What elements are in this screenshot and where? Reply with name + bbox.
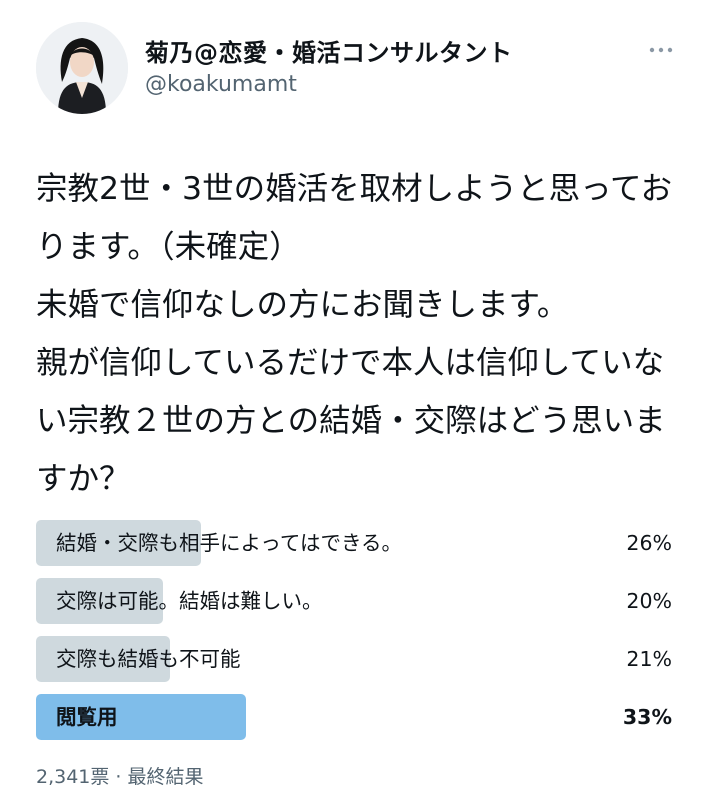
poll-option-label: 交際は可能。結婚は難しい。 bbox=[56, 589, 323, 613]
poll-option-percent: 26% bbox=[626, 531, 672, 555]
poll-option-percent: 20% bbox=[626, 589, 672, 613]
more-options-icon[interactable] bbox=[644, 38, 678, 62]
poll: 結婚・交際も相手によってはできる。 26% 交際は可能。結婚は難しい。 20% … bbox=[36, 520, 676, 752]
tweet-text: 宗教2世・3世の婚活を取材しようと思っております。（未確定） 未婚で信仰なしの方… bbox=[36, 171, 673, 497]
poll-option-percent: 21% bbox=[626, 647, 672, 671]
poll-option-label: 結婚・交際も相手によってはできる。 bbox=[56, 531, 403, 555]
poll-meta: 2,341票 · 最終結果 bbox=[36, 766, 204, 788]
author-display-name[interactable]: 菊乃@恋愛・婚活コンサルタント bbox=[145, 33, 513, 68]
poll-option-winner[interactable]: 閲覧用 33% bbox=[36, 694, 676, 740]
author-handle[interactable]: @koakumamt bbox=[145, 72, 297, 97]
poll-option-label: 交際も結婚も不可能 bbox=[56, 647, 241, 671]
poll-option[interactable]: 交際も結婚も不可能 21% bbox=[36, 636, 676, 682]
avatar[interactable] bbox=[36, 22, 128, 114]
poll-option-percent: 33% bbox=[622, 705, 672, 729]
poll-option[interactable]: 交際は可能。結婚は難しい。 20% bbox=[36, 578, 676, 624]
poll-option[interactable]: 結婚・交際も相手によってはできる。 26% bbox=[36, 520, 676, 566]
poll-option-label: 閲覧用 bbox=[56, 705, 118, 729]
